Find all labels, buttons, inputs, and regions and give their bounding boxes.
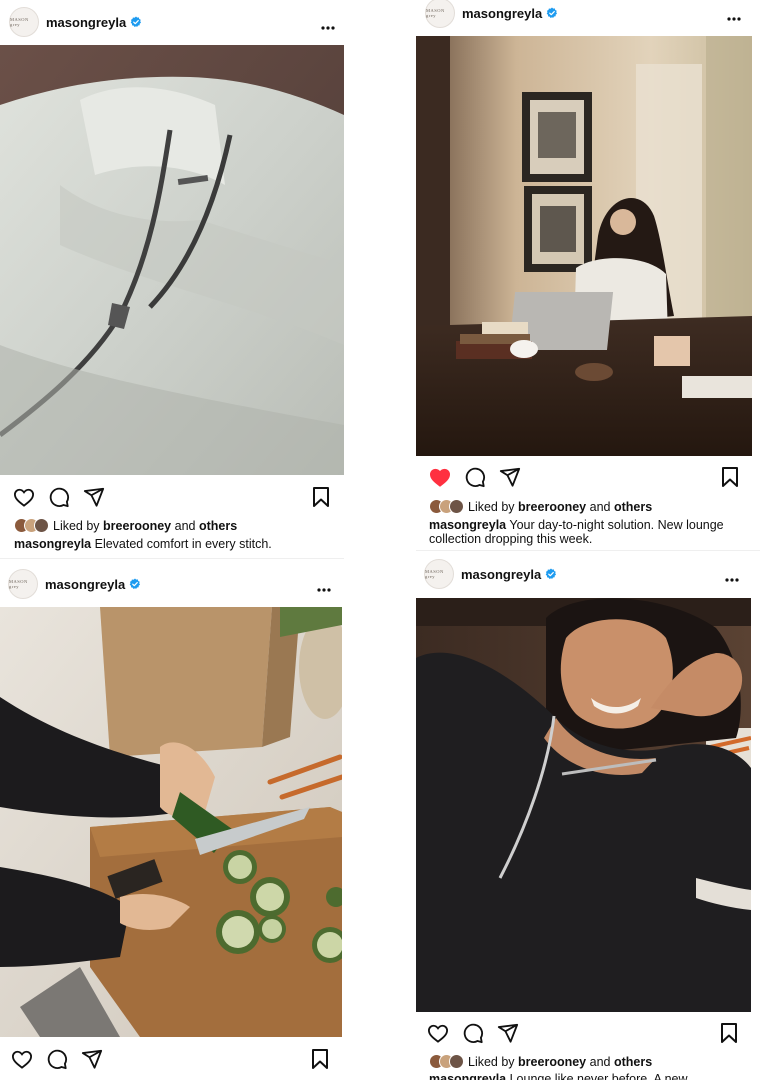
bookmark-icon[interactable]	[717, 1021, 741, 1045]
liked-by-others[interactable]: others	[614, 1055, 652, 1069]
post-actions	[12, 484, 106, 510]
liker-avatars	[14, 518, 49, 533]
more-options-icon[interactable]	[726, 9, 742, 27]
liked-by-row[interactable]: Liked by breerooney and others	[429, 1054, 652, 1069]
bookmark-icon[interactable]	[309, 485, 333, 509]
heart-icon[interactable]	[10, 1047, 34, 1071]
share-icon[interactable]	[80, 1047, 104, 1071]
liked-by-others[interactable]: others	[614, 500, 652, 514]
post-actions	[426, 1020, 520, 1046]
avatar-logo-text: MASON grey	[425, 569, 444, 579]
post-card: MASON grey masongreyla	[416, 554, 760, 1080]
post-photo[interactable]	[416, 598, 751, 1012]
liked-by-prefix: Liked by	[468, 499, 515, 514]
comment-icon[interactable]	[45, 1047, 69, 1071]
username[interactable]: masongreyla	[461, 567, 541, 582]
liked-by-user[interactable]: breerooney	[103, 519, 171, 533]
username[interactable]: masongreyla	[46, 15, 126, 30]
more-options-icon[interactable]	[316, 580, 332, 598]
comment-icon[interactable]	[461, 1021, 485, 1045]
post-actions	[428, 464, 522, 490]
more-options-icon[interactable]	[320, 18, 336, 36]
avatar[interactable]: MASON grey	[424, 559, 454, 589]
caption: masongreyla Lounge like never before. A …	[429, 1072, 739, 1080]
username[interactable]: masongreyla	[462, 6, 542, 21]
post-actions	[10, 1046, 104, 1072]
heart-icon[interactable]	[428, 465, 452, 489]
caption-username[interactable]: masongreyla	[429, 518, 506, 532]
caption: masongreyla Your day-to-night solution. …	[429, 518, 739, 546]
post-card: MASON grey masongreyla	[0, 0, 344, 560]
comment-icon[interactable]	[463, 465, 487, 489]
heart-icon[interactable]	[426, 1021, 450, 1045]
liker-avatar	[449, 1054, 464, 1069]
caption: masongreyla Elevated comfort in every st…	[14, 537, 339, 551]
share-icon[interactable]	[498, 465, 522, 489]
liked-by-user[interactable]: breerooney	[518, 1055, 586, 1069]
avatar-logo-text: MASON grey	[10, 17, 29, 27]
post-photo[interactable]	[0, 45, 344, 475]
caption-text: Lounge like never before. A new	[509, 1072, 688, 1080]
verified-badge-icon	[130, 16, 142, 28]
liked-by-and: and	[589, 499, 611, 514]
caption-username[interactable]: masongreyla	[429, 1072, 506, 1080]
comment-icon[interactable]	[47, 485, 71, 509]
heart-icon[interactable]	[12, 485, 36, 509]
post-divider	[416, 550, 760, 551]
verified-badge-icon	[546, 7, 558, 19]
post-card: MASON grey masongreyla	[416, 0, 760, 552]
avatar[interactable]: MASON grey	[425, 0, 455, 28]
liked-by-and: and	[589, 1054, 611, 1069]
liked-by-row[interactable]: Liked by breerooney and others	[429, 499, 652, 514]
liked-by-prefix: Liked by	[468, 1054, 515, 1069]
liker-avatar	[449, 499, 464, 514]
bookmark-icon[interactable]	[308, 1047, 332, 1071]
liked-by-row[interactable]: Liked by breerooney and others	[14, 518, 237, 533]
post-header: MASON grey masongreyla	[0, 564, 344, 604]
liked-by-others[interactable]: others	[199, 519, 237, 533]
liker-avatar	[34, 518, 49, 533]
liked-by-and: and	[174, 518, 196, 533]
username[interactable]: masongreyla	[45, 577, 125, 592]
post-card: MASON grey masongreyla	[0, 562, 344, 1080]
caption-text: Elevated comfort in every stitch.	[94, 537, 272, 551]
liker-avatars	[429, 499, 464, 514]
post-photo[interactable]	[0, 607, 342, 1037]
post-header: MASON grey masongreyla	[0, 2, 344, 42]
post-header: MASON grey masongreyla	[416, 554, 760, 594]
liker-avatars	[429, 1054, 464, 1069]
post-header: MASON grey masongreyla	[416, 0, 760, 33]
share-icon[interactable]	[496, 1021, 520, 1045]
bookmark-icon[interactable]	[718, 465, 742, 489]
avatar[interactable]: MASON grey	[9, 7, 39, 37]
verified-badge-icon	[545, 568, 557, 580]
avatar-logo-text: MASON grey	[9, 579, 28, 589]
caption-username[interactable]: masongreyla	[14, 537, 91, 551]
post-photo[interactable]	[416, 36, 752, 456]
post-divider	[0, 558, 344, 559]
share-icon[interactable]	[82, 485, 106, 509]
avatar[interactable]: MASON grey	[8, 569, 38, 599]
avatar-logo-text: MASON grey	[426, 8, 445, 18]
verified-badge-icon	[129, 578, 141, 590]
liked-by-user[interactable]: breerooney	[518, 500, 586, 514]
more-options-icon[interactable]	[724, 570, 740, 588]
liked-by-prefix: Liked by	[53, 518, 100, 533]
